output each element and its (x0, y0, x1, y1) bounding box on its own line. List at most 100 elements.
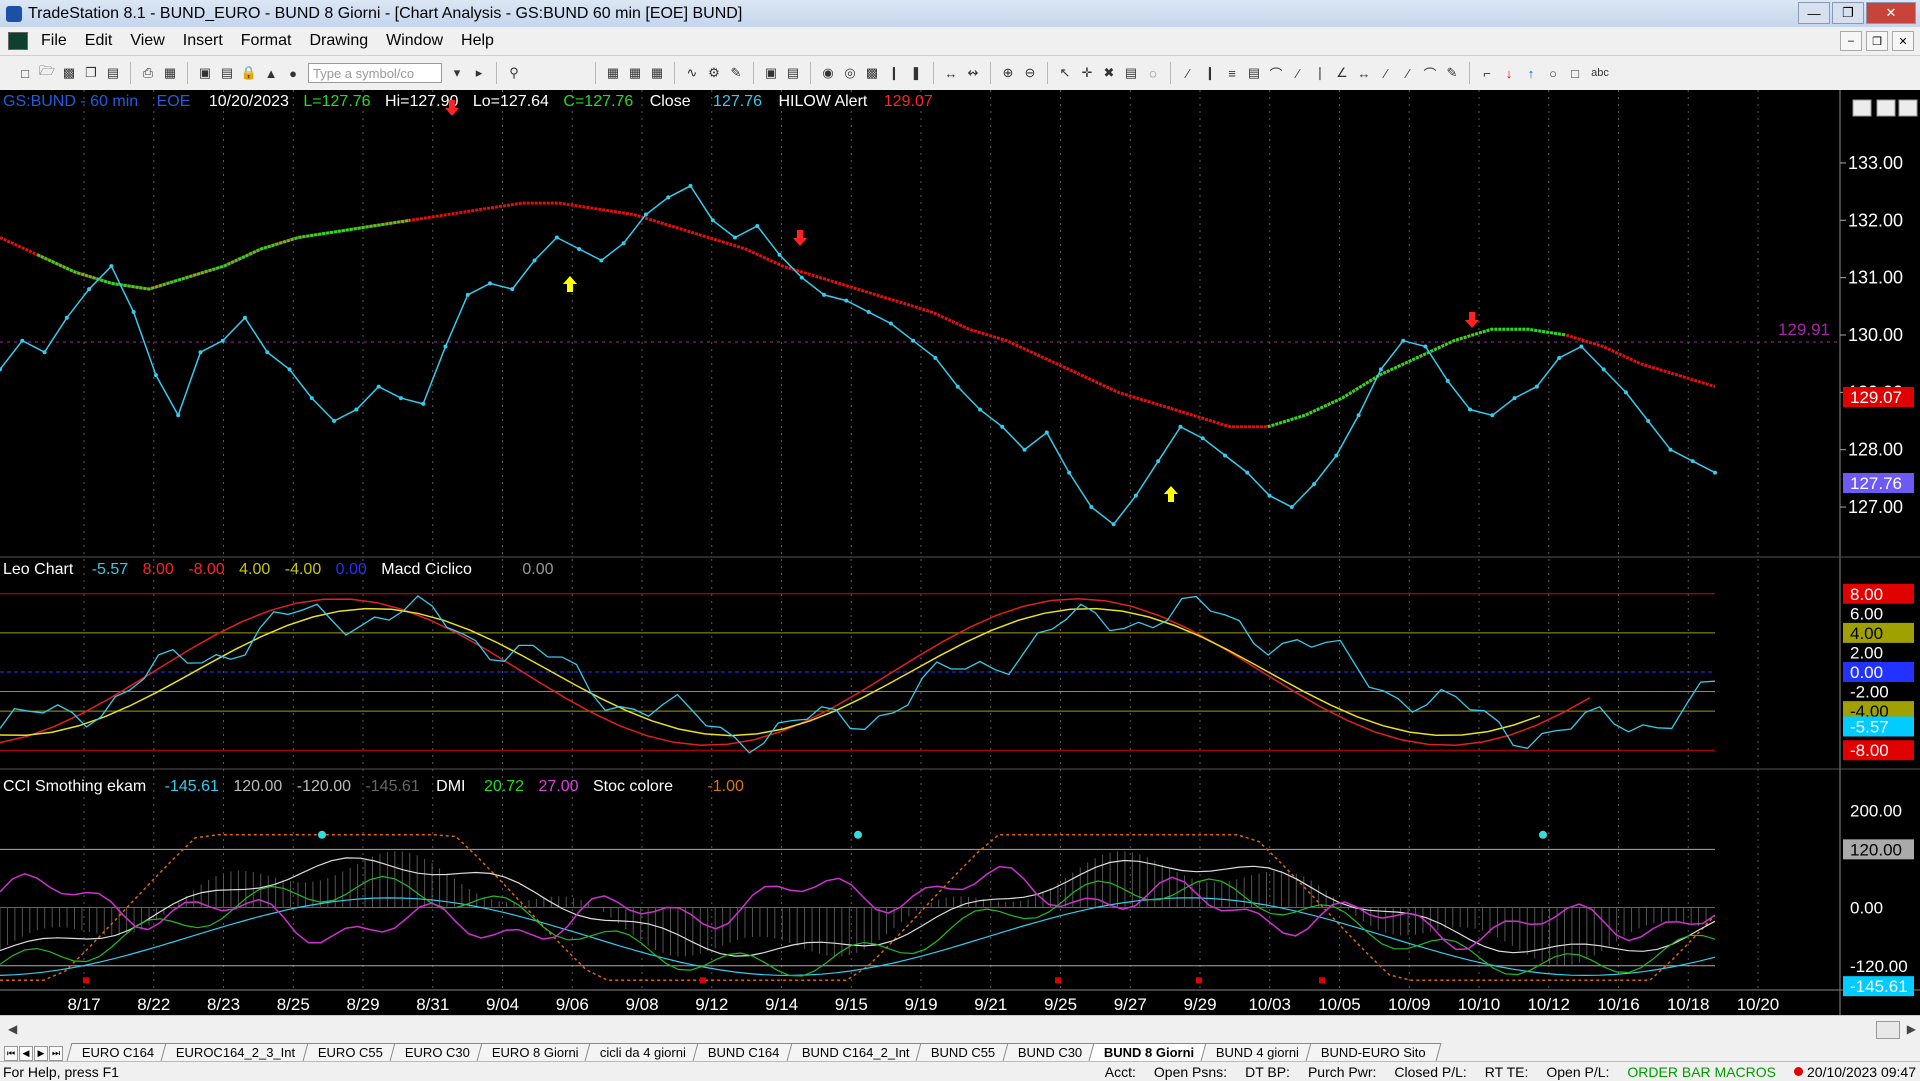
scroll-thumb[interactable] (1876, 1021, 1900, 1039)
disabled-icon[interactable]: ◌ (1144, 64, 1162, 82)
layout-icon[interactable]: ▤ (218, 64, 236, 82)
paste-icon[interactable]: ▤ (104, 64, 122, 82)
scanner-icon[interactable]: ◉ (819, 64, 837, 82)
order-bar-macros[interactable]: ORDER BAR MACROS (1627, 1064, 1776, 1080)
trendline-icon[interactable]: ∕ (1179, 64, 1197, 82)
globe-icon[interactable]: ● (284, 64, 302, 82)
tab-bund-8-giorni[interactable]: BUND 8 Giorni (1088, 1043, 1210, 1061)
chart-minimize-button[interactable] (1852, 99, 1872, 117)
go-arrow-icon[interactable]: ▸ (470, 64, 488, 82)
zoom-in-icon[interactable]: ⊕ (999, 64, 1017, 82)
pen-icon[interactable]: ✎ (1443, 64, 1461, 82)
matrix-icon[interactable]: ▤ (784, 64, 802, 82)
dropdown-arrow-icon[interactable]: ▾ (448, 64, 466, 82)
chart-canvas[interactable]: GS:BUND - 60 min EOE 10/20/2023 L=127.76… (0, 90, 1920, 1015)
save-icon[interactable]: ▩ (60, 64, 78, 82)
menu-insert[interactable]: Insert (174, 32, 232, 50)
tab-cicli-da-4-giorni[interactable]: cicli da 4 giorni (584, 1043, 702, 1061)
indicator-icon[interactable]: ∿ (683, 64, 701, 82)
mdi-minimize-button[interactable]: – (1840, 31, 1862, 51)
tab-last-icon[interactable]: ⏭ (49, 1046, 63, 1061)
scroll-right-icon[interactable]: ▶ (1907, 1022, 1916, 1036)
menu-drawing[interactable]: Drawing (300, 32, 377, 50)
ellipse-arc-icon[interactable]: ⌒ (1421, 64, 1439, 82)
tools-icon[interactable]: ✖ (1100, 64, 1118, 82)
time-tick-label: 9/08 (625, 995, 658, 1014)
tab-bund-c30[interactable]: BUND C30 (1002, 1043, 1098, 1061)
print-icon[interactable]: ⎙ (139, 64, 157, 82)
menu-view[interactable]: View (121, 32, 173, 50)
tab-euro-c30[interactable]: EURO C30 (389, 1043, 485, 1061)
symbol-lookup-icon[interactable]: ⚲ (505, 64, 523, 82)
minimize-button[interactable]: — (1798, 2, 1830, 24)
scroll-bars-icon[interactable]: ↭ (964, 64, 982, 82)
horizontal-line-icon[interactable]: ≡ (1223, 64, 1241, 82)
data-window-icon[interactable]: ▤ (1122, 64, 1140, 82)
scroll-left-icon[interactable]: ◀ (8, 1022, 17, 1036)
tab-euro-c55[interactable]: EURO C55 (302, 1043, 398, 1061)
radar-icon[interactable]: ▣ (762, 64, 780, 82)
open-icon[interactable]: 🗁 (38, 63, 56, 82)
tab-bund-4-giorni[interactable]: BUND 4 giorni (1200, 1043, 1315, 1061)
regression-icon[interactable]: ∕ (1399, 64, 1417, 82)
zoom-out-icon[interactable]: ⊖ (1021, 64, 1039, 82)
screen-icon[interactable]: ▩ (863, 64, 881, 82)
format-icon[interactable]: ✎ (727, 64, 745, 82)
arc-icon[interactable]: ⌒ (1267, 64, 1285, 82)
symbol-input[interactable]: Type a symbol/co (308, 63, 442, 83)
menu-window[interactable]: Window (377, 32, 452, 50)
new-icon[interactable]: □ (16, 64, 34, 82)
tab-prev-icon[interactable]: ◀ (19, 1046, 33, 1061)
options-icon[interactable]: ◎ (841, 64, 859, 82)
fib-icon[interactable]: ▤ (1245, 64, 1263, 82)
tab-bund-c164-2-int[interactable]: BUND C164_2_Int (786, 1043, 925, 1061)
mdi-restore-button[interactable]: ❐ (1866, 31, 1888, 51)
tab-euro-8-giorni[interactable]: EURO 8 Giorni (476, 1043, 594, 1061)
gann-icon[interactable]: ∠ (1333, 64, 1351, 82)
tab-bund-euro-sito[interactable]: BUND-EURO Sito (1306, 1043, 1442, 1061)
close-button[interactable]: ✕ (1866, 2, 1916, 24)
horizontal-scrollbar[interactable]: ◀ ▶ (0, 1015, 1920, 1043)
andrews-icon[interactable]: ❘ (1311, 64, 1329, 82)
window-icon[interactable]: ▣ (196, 64, 214, 82)
chart-icon[interactable]: ▲ (262, 64, 280, 82)
text-tool-icon[interactable]: abc (1588, 64, 1612, 82)
menu-edit[interactable]: Edit (76, 32, 122, 50)
maximize-button[interactable]: ❐ (1832, 2, 1864, 24)
chart-analysis-window[interactable]: GS:BUND - 60 min EOE 10/20/2023 L=127.76… (0, 90, 1920, 1015)
tab-bund-c55[interactable]: BUND C55 (916, 1043, 1012, 1061)
chart-close-button[interactable] (1898, 99, 1918, 117)
grid-2-icon[interactable]: ▦ (626, 64, 644, 82)
range-icon[interactable]: ↔ (1355, 64, 1373, 82)
tab-next-icon[interactable]: ▶ (34, 1046, 48, 1061)
speed-lines-icon[interactable]: ∕ (1289, 64, 1307, 82)
arrow-down-icon[interactable]: ↓ (1500, 64, 1518, 82)
rectangle-icon[interactable]: □ (1566, 64, 1584, 82)
menu-help[interactable]: Help (452, 32, 503, 50)
curve-icon[interactable]: ⌐ (1478, 64, 1496, 82)
copy-icon[interactable]: ❐ (82, 64, 100, 82)
crosshair-icon[interactable]: ✛ (1078, 64, 1096, 82)
candles-icon[interactable]: ❚ (907, 64, 925, 82)
tab-first-icon[interactable]: ⏮ (4, 1046, 18, 1061)
tab-bund-c164[interactable]: BUND C164 (692, 1043, 796, 1061)
bars-icon[interactable]: ❙ (885, 64, 903, 82)
pointer-icon[interactable]: ↖ (1056, 64, 1074, 82)
mdi-close-button[interactable]: ✕ (1892, 31, 1914, 51)
vertical-line-icon[interactable]: ❙ (1201, 64, 1219, 82)
tab-euroc164-2-3-int[interactable]: EUROC164_2_3_Int (160, 1043, 311, 1061)
chart-restore-button[interactable] (1876, 99, 1896, 117)
arrow-up-icon[interactable]: ↑ (1522, 64, 1540, 82)
menu-format[interactable]: Format (232, 32, 301, 50)
print-preview-icon[interactable]: ▦ (161, 64, 179, 82)
tab-euro-c164[interactable]: EURO C164 (66, 1043, 170, 1061)
strategy-icon[interactable]: ⚙ (705, 64, 723, 82)
zoom-bars-icon[interactable]: ↔ (942, 64, 960, 82)
grid-1-icon[interactable]: ▦ (604, 64, 622, 82)
grid-3-icon[interactable]: ▦ (648, 64, 666, 82)
circle-icon[interactable]: ○ (1544, 64, 1562, 82)
channel-icon[interactable]: ∕ (1377, 64, 1395, 82)
chart-doc-icon[interactable] (8, 32, 28, 50)
menu-file[interactable]: File (32, 32, 76, 50)
lock-icon[interactable]: 🔒 (240, 64, 258, 82)
